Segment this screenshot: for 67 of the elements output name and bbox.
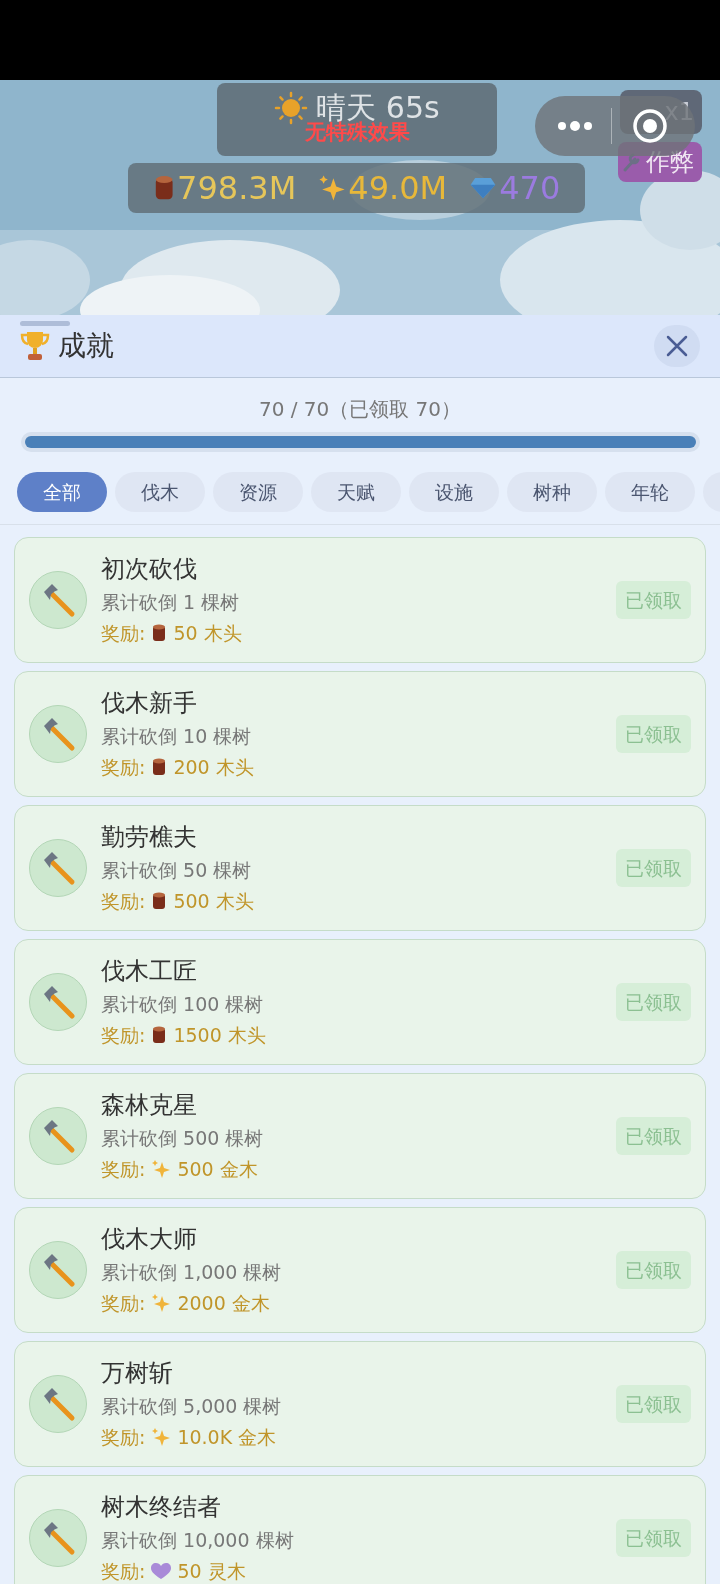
reward-amount: 500 木头	[173, 889, 254, 914]
achievement-title: 伐木新手	[101, 688, 198, 719]
reward-amount: 50 木头	[173, 621, 242, 646]
log-icon	[151, 623, 168, 643]
log-icon	[151, 891, 168, 911]
weather-effect: 无特殊效果	[304, 122, 410, 143]
claimed-badge: 已领取	[616, 1250, 691, 1290]
category-tab[interactable]: 树种	[507, 472, 597, 512]
reward-label: 奖励:	[101, 1157, 146, 1182]
reward-label: 奖励:	[101, 889, 146, 914]
sparkle-icon	[151, 1427, 172, 1447]
claimed-badge: 已领取	[616, 1518, 691, 1558]
achievement-title: 初次砍伐	[101, 554, 198, 585]
achievement-title: 森林克星	[101, 1090, 198, 1121]
category-tab[interactable]: 全部	[17, 472, 107, 512]
reward-amount: 50 灵木	[177, 1559, 246, 1584]
claimed-badge: 已领取	[616, 1384, 691, 1424]
more-icon[interactable]	[557, 120, 593, 132]
reward-label: 奖励:	[101, 1559, 146, 1584]
achievement-description: 累计砍倒 100 棵树	[101, 992, 265, 1017]
achievement-description: 累计砍倒 5,000 棵树	[101, 1394, 283, 1419]
achievement-title: 树木终结者	[101, 1492, 222, 1523]
claimed-badge: 已领取	[616, 580, 691, 620]
claimed-badge: 已领取	[616, 982, 691, 1022]
log-icon	[151, 757, 168, 777]
reward-amount: 1500 木头	[173, 1023, 266, 1048]
reward-label: 奖励:	[101, 1425, 146, 1450]
progress-text: 70 / 70（已领取 70）	[258, 396, 462, 423]
resource-amount: 798.3M	[177, 172, 297, 204]
reward-amount: 500 金木	[177, 1157, 258, 1182]
reward-amount: 2000 金木	[177, 1291, 270, 1316]
achievement-title: 伐木大师	[101, 1224, 198, 1255]
achievement-title: 伐木工匠	[101, 956, 198, 987]
achievement-title: 万树斩	[101, 1358, 174, 1389]
heart-icon	[151, 1562, 172, 1580]
category-tab[interactable]: 年轮	[605, 472, 695, 512]
achievement-description: 累计砍倒 10 棵树	[101, 724, 253, 749]
category-tab[interactable]: 天赋	[311, 472, 401, 512]
reward-amount: 200 木头	[173, 755, 254, 780]
sparkle-icon	[318, 174, 347, 202]
close-icon	[666, 335, 688, 357]
achievement-description: 累计砍倒 10,000 棵树	[101, 1528, 295, 1553]
achievement-description: 累计砍倒 1 棵树	[101, 590, 241, 615]
achievement-title: 勤劳樵夫	[101, 822, 198, 853]
trophy-icon	[20, 330, 50, 362]
log-icon	[151, 1025, 168, 1045]
diamond-icon	[469, 176, 498, 200]
resource-amount: 49.0M	[348, 172, 448, 204]
achievement-description: 累计砍倒 500 棵树	[101, 1126, 265, 1151]
reward-label: 奖励:	[101, 755, 146, 780]
reward-amount: 10.0K 金木	[177, 1425, 277, 1450]
category-tab[interactable]: 伐木	[115, 472, 205, 512]
reward-label: 奖励:	[101, 621, 146, 646]
reward-label: 奖励:	[101, 1291, 146, 1316]
sparkle-icon	[151, 1159, 172, 1179]
category-tab[interactable]: 设施	[409, 472, 499, 512]
achievement-description: 累计砍倒 1,000 棵树	[101, 1260, 283, 1285]
claimed-badge: 已领取	[616, 1116, 691, 1156]
claimed-badge: 已领取	[616, 848, 691, 888]
claimed-badge: 已领取	[616, 714, 691, 754]
category-tab[interactable]: 资源	[213, 472, 303, 512]
panel-title: 成就	[58, 328, 114, 364]
close-button[interactable]	[654, 325, 700, 367]
reward-label: 奖励:	[101, 1023, 146, 1048]
achievement-description: 累计砍倒 50 棵树	[101, 858, 253, 883]
sparkle-icon	[151, 1293, 172, 1313]
resource-amount: 470	[499, 172, 561, 204]
